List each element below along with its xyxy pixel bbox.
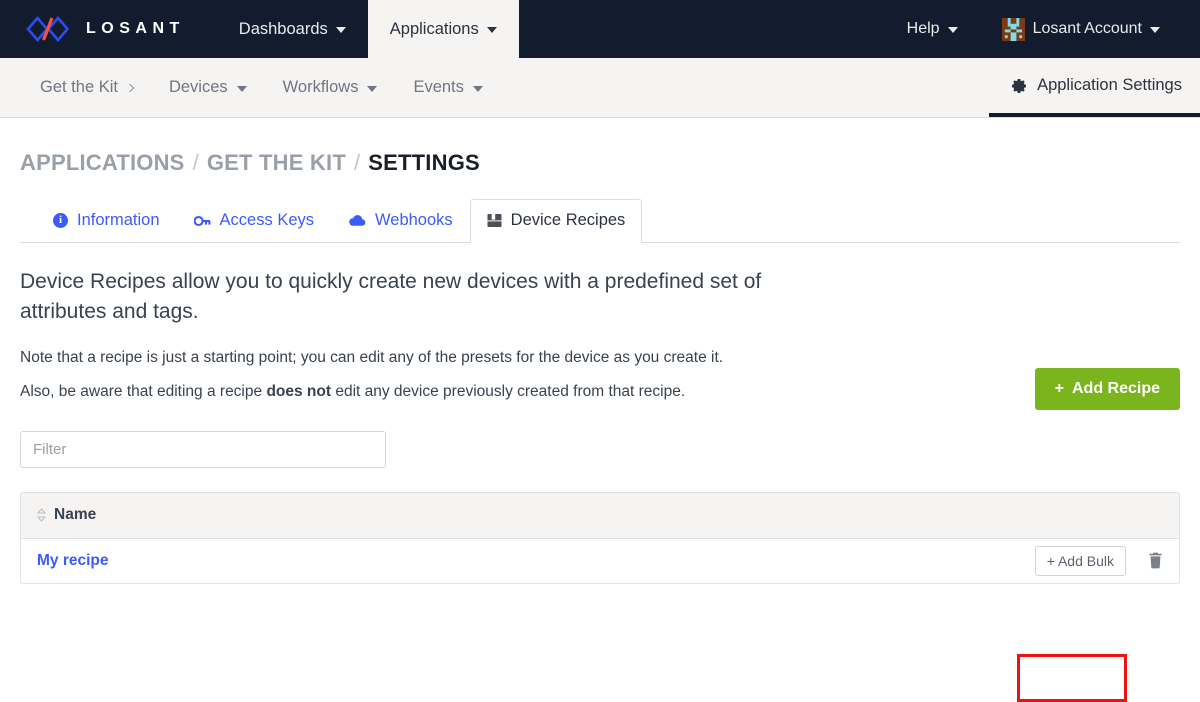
plus-icon: + — [1054, 380, 1064, 397]
top-nav-right: Help Losant Account — [885, 0, 1200, 58]
note-editing-post: edit any device previously created from … — [331, 382, 686, 400]
application-settings-label: Application Settings — [1037, 76, 1182, 94]
tab-webhooks-label: Webhooks — [375, 211, 453, 229]
subnav-item-devices[interactable]: Devices — [151, 58, 265, 117]
subnav-item-events[interactable]: Events — [395, 58, 500, 117]
add-recipe-label: Add Recipe — [1071, 380, 1160, 397]
tab-access-keys-label: Access Keys — [219, 211, 314, 229]
sort-icon — [37, 508, 46, 522]
chevron-down-icon — [335, 27, 346, 33]
note-editing-emphasis: does not — [266, 382, 332, 400]
cloud-icon — [349, 215, 366, 226]
row-actions: + Add Bulk — [1034, 545, 1163, 576]
note-editing-recipe: Also, be aware that editing a recipe doe… — [20, 383, 1180, 401]
add-bulk-label: Add Bulk — [1057, 552, 1114, 569]
topnav-item-dashboards[interactable]: Dashboards — [217, 0, 368, 58]
topnav-applications-label: Applications — [389, 19, 479, 38]
tab-device-recipes[interactable]: Device Recipes — [469, 199, 643, 243]
topnav-item-applications[interactable]: Applications — [367, 0, 519, 58]
top-navigation-bar: LOSANT Dashboards Applications Help Losa… — [0, 0, 1200, 58]
table-row: My recipe + Add Bulk — [21, 539, 1179, 583]
filter-input[interactable] — [20, 430, 386, 468]
chevron-down-icon — [236, 85, 247, 92]
breadcrumb-separator: / — [353, 150, 361, 175]
chevron-right-icon — [125, 83, 135, 92]
breadcrumb-separator: / — [192, 150, 199, 175]
chevron-down-icon — [472, 85, 483, 92]
application-settings-button[interactable]: Application Settings — [989, 58, 1200, 117]
chevron-down-icon — [486, 27, 497, 33]
topnav-dashboards-label: Dashboards — [238, 19, 328, 38]
chevron-down-icon — [947, 27, 958, 33]
add-recipe-button[interactable]: + Add Recipe — [1034, 368, 1180, 410]
column-header-name-label: Name — [54, 506, 97, 524]
top-nav-items: Dashboards Applications — [217, 0, 519, 58]
topnav-item-account[interactable]: Losant Account — [980, 0, 1182, 58]
key-icon — [193, 215, 210, 226]
tab-access-keys[interactable]: Access Keys — [177, 199, 331, 243]
add-bulk-button[interactable]: + Add Bulk — [1034, 545, 1126, 576]
chevron-down-icon — [367, 85, 378, 92]
sub-nav-items: Get the Kit Devices Workflows Events — [0, 58, 501, 117]
brand-name: LOSANT — [86, 20, 185, 37]
breadcrumb-get-the-kit[interactable]: GET THE KIT — [207, 150, 346, 176]
recipes-table: Name My recipe + Add Bulk — [20, 491, 1180, 584]
plus-icon: + — [1046, 552, 1055, 569]
book-icon — [487, 214, 502, 227]
recipe-name-link[interactable]: My recipe — [37, 552, 109, 570]
tab-device-recipes-label: Device Recipes — [510, 211, 626, 229]
page-content: APPLICATIONS / GET THE KIT / SETTINGS i … — [0, 118, 1200, 702]
tab-information[interactable]: i Information — [36, 199, 177, 243]
breadcrumb: APPLICATIONS / GET THE KIT / SETTINGS — [20, 118, 1180, 176]
topnav-item-help[interactable]: Help — [885, 0, 980, 58]
sub-nav-right: Application Settings — [989, 58, 1200, 117]
subnav-events-label: Events — [413, 78, 464, 96]
subnav-item-get-the-kit[interactable]: Get the Kit — [22, 58, 151, 117]
breadcrumb-applications[interactable]: APPLICATIONS — [20, 150, 185, 176]
sub-navigation-bar: Get the Kit Devices Workflows Events App… — [0, 58, 1200, 118]
subnav-devices-label: Devices — [168, 78, 228, 96]
avatar — [1001, 17, 1025, 41]
subnav-workflows-label: Workflows — [282, 78, 359, 96]
column-header-name[interactable]: Name — [37, 506, 96, 524]
note-editing-pre: Also, be aware that editing a recipe — [20, 382, 267, 400]
annotation-highlight-add-bulk — [1017, 654, 1127, 702]
table-header-row: Name — [21, 492, 1179, 539]
subnav-get-the-kit-label: Get the Kit — [40, 78, 118, 96]
subnav-item-workflows[interactable]: Workflows — [265, 58, 396, 117]
info-circle-icon: i — [53, 213, 68, 228]
chevron-down-icon — [1150, 27, 1160, 33]
settings-tabs: i Information Access Keys Webhooks Devic… — [20, 198, 1180, 243]
breadcrumb-current-settings: SETTINGS — [368, 150, 480, 175]
brand-logo[interactable]: LOSANT — [0, 0, 185, 58]
losant-diamond-logo-icon — [26, 16, 70, 42]
note-starting-point: Note that a recipe is just a starting po… — [20, 348, 724, 366]
intro-text: Device Recipes allow you to quickly crea… — [20, 270, 762, 323]
gear-icon — [1012, 78, 1027, 93]
tab-webhooks[interactable]: Webhooks — [331, 199, 470, 243]
trash-icon[interactable] — [1148, 552, 1163, 569]
topnav-help-label: Help — [906, 20, 940, 37]
topnav-account-label: Losant Account — [1032, 20, 1142, 37]
tab-information-label: Information — [77, 211, 160, 229]
